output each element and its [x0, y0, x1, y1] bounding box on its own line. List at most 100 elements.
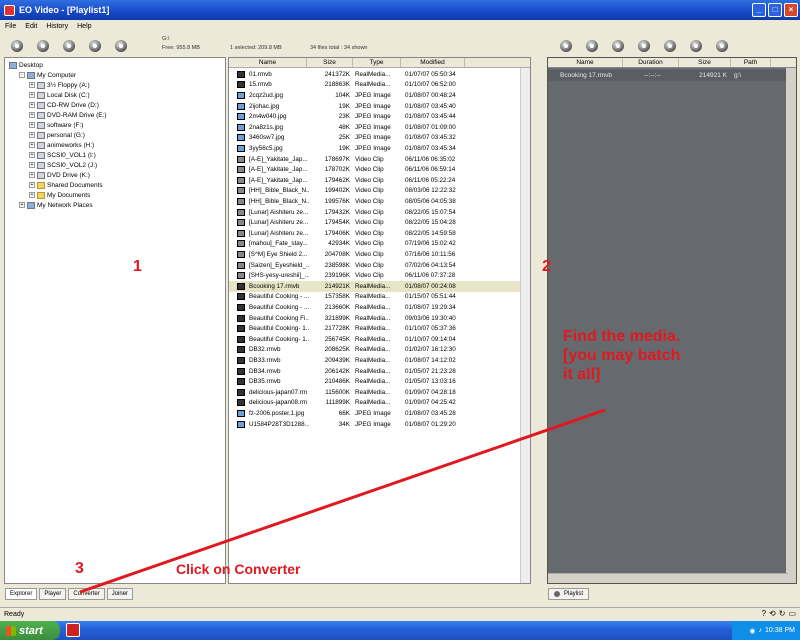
- refresh-button[interactable]: [11, 40, 23, 52]
- playlist-column-size[interactable]: Size: [679, 58, 731, 67]
- playlist-up-button[interactable]: [638, 40, 650, 52]
- file-row[interactable]: DB32.rmvb 208625K RealMedia... 01/02/07 16:…: [229, 345, 530, 356]
- repeat-icon[interactable]: ↻: [779, 609, 786, 618]
- file-row[interactable]: [A-E]_Yakitate_Jap... 178702K Video Clip 06…: [229, 164, 530, 175]
- tree-item[interactable]: + personal (G:): [29, 130, 85, 140]
- tab-playlist[interactable]: Playlist: [548, 588, 590, 600]
- eject-button[interactable]: [63, 40, 75, 52]
- tab-explorer[interactable]: Explorer: [5, 588, 38, 600]
- tree-item[interactable]: + CD-RW Drive (D:): [29, 100, 99, 110]
- file-row[interactable]: fz-2006.poster.1.jpg 66K JPEG Image 01/08/0…: [229, 408, 530, 419]
- tree-expander[interactable]: +: [29, 182, 35, 188]
- tree-item[interactable]: + My Documents: [29, 190, 90, 200]
- menu-edit[interactable]: Edit: [25, 23, 37, 30]
- taskbar-app-icon[interactable]: [66, 623, 80, 637]
- tree-item[interactable]: + My Network Places: [19, 200, 93, 210]
- tray-network-icon[interactable]: ◉: [749, 627, 755, 635]
- playlist-refresh-button[interactable]: [716, 40, 728, 52]
- column-modified[interactable]: Modified: [401, 58, 465, 67]
- column-size[interactable]: Size: [307, 58, 353, 67]
- file-list[interactable]: Name Size Type Modified 01.rmvb 241372K Re…: [228, 57, 531, 584]
- file-row[interactable]: [Lunar] Aishiteru ze... 179406K Video Clip…: [229, 228, 530, 239]
- file-row[interactable]: Beautiful Cooking - ... 213660K RealMedia.…: [229, 302, 530, 313]
- tree-item[interactable]: +3½ Floppy (A:): [29, 80, 90, 90]
- file-row[interactable]: [HH]_Bible_Black_N... 199402K Video Clip 08…: [229, 186, 530, 197]
- playlist-remove-button[interactable]: [664, 40, 676, 52]
- file-row[interactable]: Beautiful Cooking- 1... 217728K RealMedia.…: [229, 323, 530, 334]
- tree-item[interactable]: + software (F:): [29, 120, 83, 130]
- tree-item[interactable]: + Local Disk (C:): [29, 90, 90, 100]
- tab-player[interactable]: Player: [39, 588, 67, 600]
- file-row[interactable]: Beautiful Cooking - ... 157358K RealMedia.…: [229, 292, 530, 303]
- tree-expander[interactable]: -: [19, 72, 25, 78]
- tree-expander[interactable]: +: [29, 142, 35, 148]
- close-button[interactable]: ×: [784, 3, 798, 17]
- column-name[interactable]: Name: [229, 58, 307, 67]
- file-row[interactable]: [S^M] Eye Shield 2... 204708K Video Clip 07…: [229, 249, 530, 260]
- tree-expander[interactable]: +: [29, 92, 35, 98]
- file-list-scrollbar[interactable]: [520, 68, 530, 583]
- tree-item[interactable]: + Shared Documents: [29, 180, 103, 190]
- file-row[interactable]: 01.rmvb 241372K RealMedia... 01/07/07 05:50…: [229, 69, 530, 80]
- tree-item[interactable]: + SCSI0_VOL2 (J:): [29, 160, 97, 170]
- tree-expander[interactable]: +: [29, 192, 35, 198]
- file-row[interactable]: delicious-japan07.rm 115600K RealMedia... 0…: [229, 387, 530, 398]
- tree-expander[interactable]: +: [29, 152, 35, 158]
- stop-button[interactable]: [37, 40, 49, 52]
- file-row[interactable]: [mahou]_Fate_stay... 42934K Video Clip 07/1…: [229, 239, 530, 250]
- file-row[interactable]: delicious-japan08.rm 111899K RealMedia... 0…: [229, 398, 530, 409]
- file-row[interactable]: 3460sw7.jpg 25K JPEG Image 01/08/07 03:45:3…: [229, 133, 530, 144]
- file-row[interactable]: [Lunar] Aishiteru ze... 179454K Video Clip…: [229, 217, 530, 228]
- playlist-settings-button[interactable]: [586, 40, 598, 52]
- tray-volume-icon[interactable]: ♪: [759, 627, 763, 634]
- column-type[interactable]: Type: [353, 58, 401, 67]
- tab-joiner[interactable]: Joiner: [106, 588, 134, 600]
- tree-expander[interactable]: +: [29, 172, 35, 178]
- file-row[interactable]: 2cqz2ud.jpg 104K JPEG Image 01/08/07 00:48:…: [229, 90, 530, 101]
- file-row[interactable]: Beautiful Cooking- 1... 256745K RealMedia.…: [229, 334, 530, 345]
- tab-converter[interactable]: Converter: [68, 588, 105, 600]
- file-row[interactable]: Beautiful Cooking Fi... 321899K RealMedia.…: [229, 313, 530, 324]
- playlist-column-path[interactable]: Path: [731, 58, 771, 67]
- playlist-clear-button[interactable]: [690, 40, 702, 52]
- tree-expander[interactable]: +: [29, 102, 35, 108]
- tree-item[interactable]: + animeworks (H:): [29, 140, 94, 150]
- file-row[interactable]: [SHS-yesy-ureshii]_... 239196K Video Clip 0…: [229, 270, 530, 281]
- tree-item[interactable]: Desktop: [9, 60, 43, 70]
- file-row[interactable]: DB35.rmvb 210486K RealMedia... 01/05/07 13:…: [229, 376, 530, 387]
- file-row[interactable]: U1584P28T3D1288... 34K JPEG Image 01/08/07 …: [229, 419, 530, 430]
- playlist-add-button[interactable]: [560, 40, 572, 52]
- file-row[interactable]: [HH]_Bible_Black_N... 199576K Video Clip 08…: [229, 196, 530, 207]
- playlist-panel[interactable]: Name Duration Size Path Bcooking 17.rmvb…: [547, 57, 797, 584]
- maximize-button[interactable]: □: [768, 3, 782, 17]
- file-row[interactable]: 15.rmvb 218863K RealMedia... 01/10/07 06:52…: [229, 80, 530, 91]
- file-row[interactable]: 2ijohac.jpg 19K JPEG Image 01/08/07 03:45:4…: [229, 101, 530, 112]
- tree-expander[interactable]: +: [19, 202, 25, 208]
- start-button[interactable]: start: [0, 621, 60, 640]
- title-bar[interactable]: EO Video - [Playlist1] _ □ ×: [0, 0, 800, 20]
- file-row[interactable]: DB34.rmvb 206142K RealMedia... 01/05/07 21:…: [229, 366, 530, 377]
- menu-history[interactable]: History: [46, 23, 68, 30]
- playlist-column-name[interactable]: Name: [548, 58, 623, 67]
- minimize-button[interactable]: _: [752, 3, 766, 17]
- menu-help[interactable]: Help: [77, 23, 91, 30]
- tree-expander[interactable]: +: [29, 162, 35, 168]
- file-row[interactable]: DB33.rmvb 209439K RealMedia... 01/08/07 14:…: [229, 355, 530, 366]
- file-row[interactable]: [Lunar] Aishiteru ze... 179432K Video Clip…: [229, 207, 530, 218]
- file-row[interactable]: 2m4w040.jpg 23K JPEG Image 01/08/07 03:45:4…: [229, 111, 530, 122]
- tree-expander[interactable]: +: [29, 132, 35, 138]
- tree-item[interactable]: - My Computer: [19, 70, 76, 80]
- playlist-horizontal-scrollbar[interactable]: [548, 573, 788, 583]
- file-row[interactable]: [A-E]_Yakitate_Jap... 179462K Video Clip 06…: [229, 175, 530, 186]
- file-row[interactable]: [A-E]_Yakitate_Jap... 178697K Video Clip 06…: [229, 154, 530, 165]
- tree-item[interactable]: + DVD-RAM Drive (E:): [29, 110, 107, 120]
- tree-item[interactable]: + SCSI0_VOL1 (I:): [29, 150, 96, 160]
- playlist-column-duration[interactable]: Duration: [623, 58, 679, 67]
- file-row[interactable]: 2na8z1s.jpg 48K JPEG Image 01/08/07 01:09:0…: [229, 122, 530, 133]
- settings-button[interactable]: [89, 40, 101, 52]
- loop-icon[interactable]: ⟲: [769, 609, 776, 618]
- file-row[interactable]: [Saizen]_Eyeshield_... 238598K Video Clip 0…: [229, 260, 530, 271]
- file-row[interactable]: Bcooking 17.rmvb 214921K RealMedia... 01/08…: [229, 281, 530, 292]
- file-row[interactable]: 3yy56c5.jpg 19K JPEG Image 01/08/07 03:45:3…: [229, 143, 530, 154]
- folder-tree[interactable]: Desktop - My Computer +3½ Floppy (A:) + Local…: [4, 57, 226, 584]
